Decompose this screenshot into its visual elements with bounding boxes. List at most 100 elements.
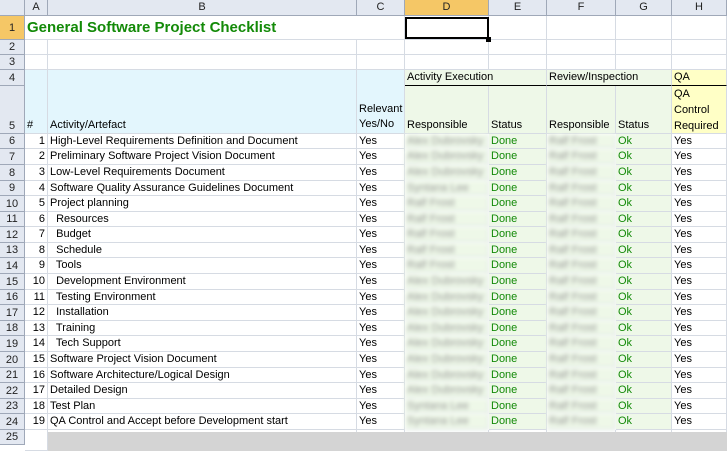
- activity-name[interactable]: Low-Level Requirements Document: [48, 165, 357, 181]
- status-value[interactable]: Done: [489, 149, 547, 165]
- active-cell-d1[interactable]: [405, 17, 489, 39]
- review-status-value[interactable]: Ok: [616, 368, 672, 383]
- column-header-c[interactable]: C: [357, 0, 405, 16]
- cell[interactable]: [672, 55, 727, 70]
- relevant-value[interactable]: Yes: [357, 290, 405, 305]
- activity-name[interactable]: Software Quality Assurance Guidelines Do…: [48, 181, 357, 196]
- review-status-value[interactable]: Ok: [616, 321, 672, 336]
- qa-control-value[interactable]: Yes: [672, 196, 727, 212]
- responsible-name[interactable]: Ralf Frost: [405, 212, 489, 227]
- review-responsible-name[interactable]: Ralf Frost: [547, 196, 616, 212]
- review-status-value[interactable]: Ok: [616, 149, 672, 165]
- fill-handle[interactable]: [486, 37, 491, 42]
- cell[interactable]: [357, 16, 405, 40]
- qa-control-value[interactable]: Yes: [672, 212, 727, 227]
- cell[interactable]: [489, 16, 547, 40]
- column-header-h[interactable]: H: [672, 0, 727, 16]
- row-header-23[interactable]: 23: [0, 399, 25, 414]
- status-value[interactable]: Done: [489, 399, 547, 414]
- relevant-value[interactable]: Yes: [357, 399, 405, 414]
- row-header-8[interactable]: 8: [0, 165, 25, 181]
- cell[interactable]: [616, 16, 672, 40]
- relevant-value[interactable]: Yes: [357, 352, 405, 368]
- row-header-1[interactable]: 1: [0, 16, 25, 40]
- relevant-value[interactable]: Yes: [357, 134, 405, 149]
- responsible-name[interactable]: Syntana Lee: [405, 414, 489, 430]
- review-responsible-name[interactable]: Ralf Frost: [547, 165, 616, 181]
- relevant-value[interactable]: Yes: [357, 212, 405, 227]
- review-status-value[interactable]: Ok: [616, 134, 672, 149]
- cell[interactable]: [616, 40, 672, 55]
- responsible-name[interactable]: Ralf Frost: [405, 243, 489, 258]
- review-status-value[interactable]: Ok: [616, 181, 672, 196]
- relevant-value[interactable]: Yes: [357, 243, 405, 258]
- row-header-24[interactable]: 24: [0, 414, 25, 430]
- qa-control-value[interactable]: Yes: [672, 134, 727, 149]
- review-status-value[interactable]: Ok: [616, 352, 672, 368]
- cell[interactable]: [489, 55, 547, 70]
- cell[interactable]: [25, 40, 48, 55]
- qa-control-value[interactable]: Yes: [672, 399, 727, 414]
- row-header-6[interactable]: 6: [0, 134, 25, 149]
- relevant-value[interactable]: Yes: [357, 165, 405, 181]
- activity-name[interactable]: Training: [48, 321, 357, 336]
- review-responsible-name[interactable]: Ralf Frost: [547, 258, 616, 274]
- relevant-value[interactable]: Yes: [357, 321, 405, 336]
- status-value[interactable]: Done: [489, 383, 547, 399]
- activity-name[interactable]: Software Architecture/Logical Design: [48, 368, 357, 383]
- cell[interactable]: [357, 55, 405, 70]
- responsible-name[interactable]: Alex Dubrovsky: [405, 134, 489, 149]
- review-responsible-name[interactable]: Ralf Frost: [547, 336, 616, 352]
- qa-control-value[interactable]: Yes: [672, 352, 727, 368]
- review-status-value[interactable]: Ok: [616, 305, 672, 321]
- row-header-11[interactable]: 11: [0, 212, 25, 227]
- status-value[interactable]: Done: [489, 414, 547, 430]
- responsible-name[interactable]: Ralf Frost: [405, 258, 489, 274]
- row-header-16[interactable]: 16: [0, 290, 25, 305]
- review-status-value[interactable]: Ok: [616, 165, 672, 181]
- qa-control-value[interactable]: Yes: [672, 383, 727, 399]
- select-all-corner[interactable]: [0, 0, 25, 16]
- column-header-b[interactable]: B: [48, 0, 357, 16]
- cell[interactable]: [25, 55, 48, 70]
- activity-name[interactable]: Development Environment: [48, 274, 357, 290]
- review-status-value[interactable]: Ok: [616, 336, 672, 352]
- responsible-name[interactable]: Alex Dubrovsky: [405, 352, 489, 368]
- column-header-d[interactable]: D: [405, 0, 489, 16]
- cell[interactable]: [405, 40, 489, 55]
- row-header-21[interactable]: 21: [0, 368, 25, 383]
- review-status-value[interactable]: Ok: [616, 196, 672, 212]
- review-status-value[interactable]: Ok: [616, 258, 672, 274]
- cell[interactable]: [672, 16, 727, 40]
- activity-name[interactable]: Tools: [48, 258, 357, 274]
- review-responsible-name[interactable]: Ralf Frost: [547, 368, 616, 383]
- row-header-4[interactable]: 4: [0, 70, 25, 86]
- review-status-value[interactable]: Ok: [616, 290, 672, 305]
- qa-control-value[interactable]: Yes: [672, 305, 727, 321]
- review-responsible-name[interactable]: Ralf Frost: [547, 274, 616, 290]
- relevant-value[interactable]: Yes: [357, 258, 405, 274]
- row-header-9[interactable]: 9: [0, 181, 25, 196]
- qa-control-value[interactable]: Yes: [672, 149, 727, 165]
- row-header-17[interactable]: 17: [0, 305, 25, 321]
- qa-control-value[interactable]: Yes: [672, 368, 727, 383]
- responsible-name[interactable]: Alex Dubrovsky: [405, 383, 489, 399]
- status-value[interactable]: Done: [489, 305, 547, 321]
- review-responsible-name[interactable]: Ralf Frost: [547, 290, 616, 305]
- activity-name[interactable]: QA Control and Accept before Development…: [48, 414, 357, 430]
- review-responsible-name[interactable]: Ralf Frost: [547, 149, 616, 165]
- status-value[interactable]: Done: [489, 258, 547, 274]
- cell[interactable]: [672, 40, 727, 55]
- cell[interactable]: [616, 55, 672, 70]
- qa-control-value[interactable]: Yes: [672, 321, 727, 336]
- review-status-value[interactable]: Ok: [616, 274, 672, 290]
- activity-name[interactable]: High-Level Requirements Definition and D…: [48, 134, 357, 149]
- responsible-name[interactable]: Ralf Frost: [405, 227, 489, 243]
- row-header-7[interactable]: 7: [0, 149, 25, 165]
- review-status-value[interactable]: Ok: [616, 414, 672, 430]
- review-status-value[interactable]: Ok: [616, 383, 672, 399]
- review-responsible-name[interactable]: Ralf Frost: [547, 383, 616, 399]
- activity-name[interactable]: Detailed Design: [48, 383, 357, 399]
- cell[interactable]: [48, 55, 357, 70]
- activity-name[interactable]: Preliminary Software Project Vision Docu…: [48, 149, 357, 165]
